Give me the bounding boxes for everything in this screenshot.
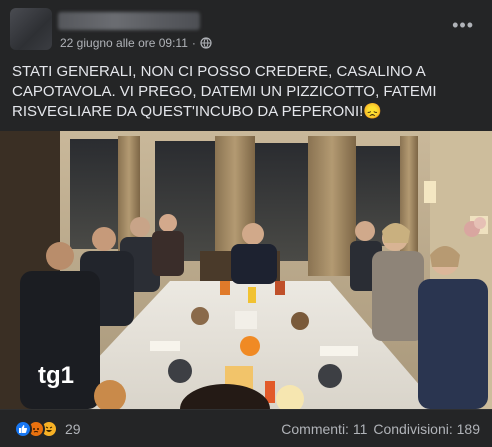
meeting-photo: tg1 [0,131,492,409]
reaction-count[interactable]: 29 [65,421,81,437]
post-photo[interactable]: tg1 [0,131,492,409]
post-meta: 22 giugno alle ore 09:11 · [60,36,212,50]
post-footer: 29 Commenti: 11 Condivisioni: 189 [0,409,492,447]
svg-text:tg1: tg1 [38,362,74,389]
more-icon[interactable]: ••• [452,16,474,34]
avatar[interactable] [10,8,52,50]
meta-separator: · [191,36,196,50]
post-header: 22 giugno alle ore 09:11 · ••• [0,0,492,60]
post-card: 22 giugno alle ore 09:11 · ••• STATI GEN… [0,0,492,447]
comments-count[interactable]: Commenti: 11 [281,421,367,437]
like-reaction-icon [14,420,32,438]
post-date[interactable]: 22 giugno alle ore 09:11 [60,36,188,50]
post-stats: Commenti: 11 Condivisioni: 189 [281,421,480,437]
globe-icon [200,37,212,49]
post-text: STATI GENERALI, NON CI POSSO CREDERE, CA… [12,63,437,120]
author-name-blurred[interactable] [58,12,200,30]
shares-count[interactable]: Condivisioni: 189 [373,421,480,437]
reactions-summary[interactable]: 29 [14,420,81,438]
tg1-logo: tg1 [38,362,74,389]
